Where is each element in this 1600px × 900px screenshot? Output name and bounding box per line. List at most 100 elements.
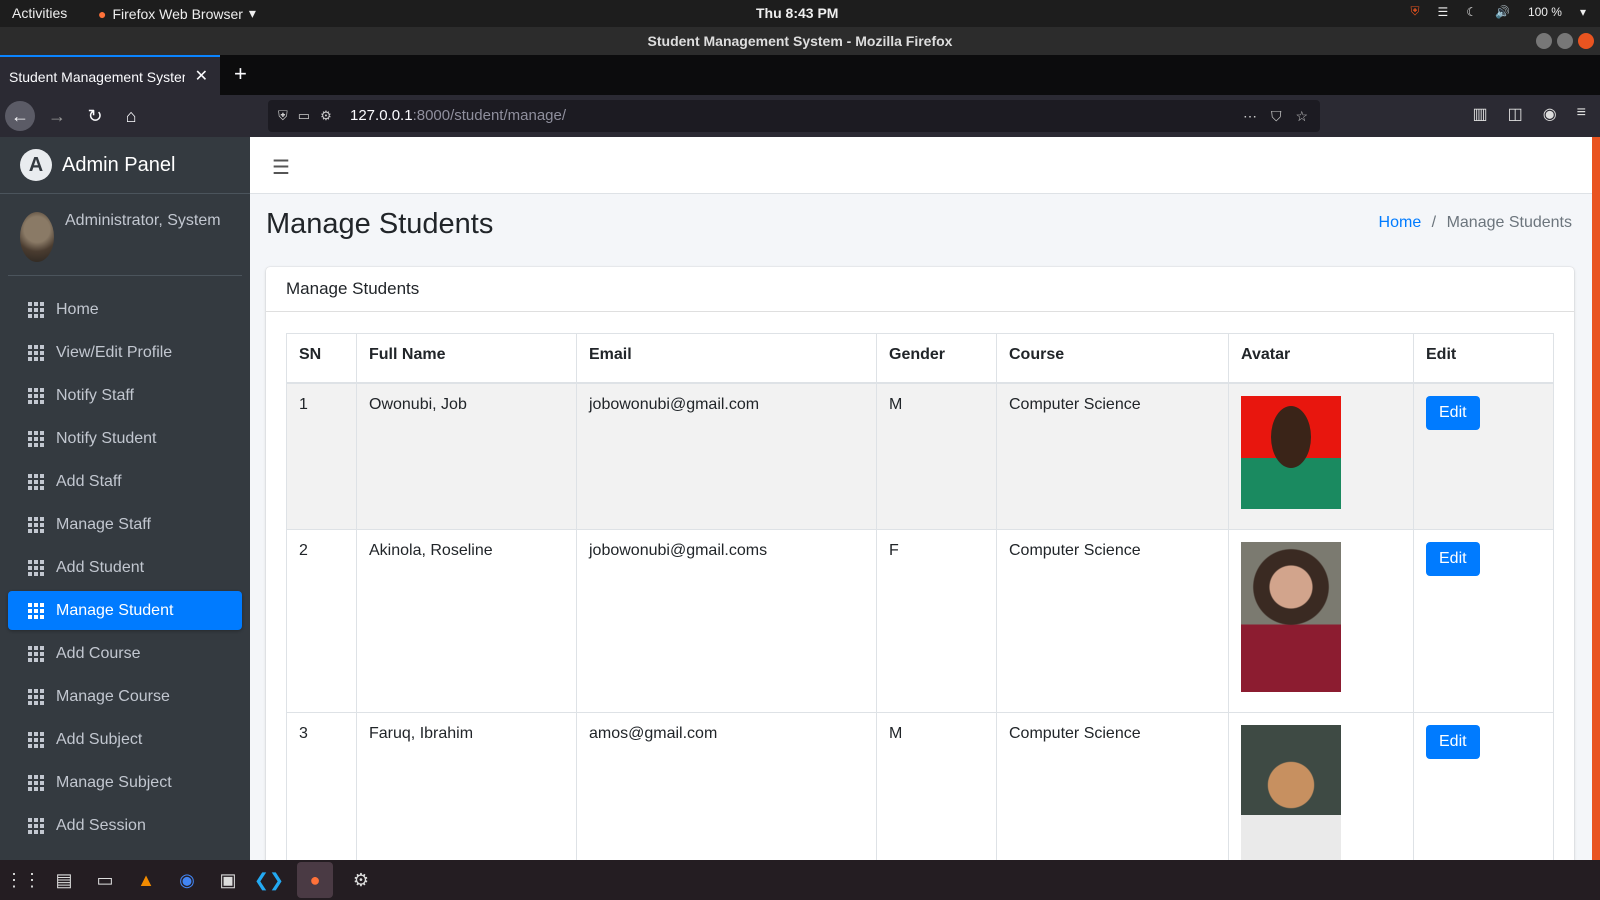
night-light-icon[interactable]: ☾ <box>1466 5 1477 19</box>
th-icon <box>28 473 44 490</box>
list-icon[interactable]: ☰ <box>1437 5 1448 19</box>
edit-button[interactable]: Edit <box>1426 725 1480 759</box>
sidebar-item-manage-staff[interactable]: Manage Staff <box>8 505 242 544</box>
sidebar-icon[interactable]: ◫ <box>1508 104 1523 124</box>
firefox-icon: ● <box>98 5 107 22</box>
back-button[interactable]: ← <box>5 101 35 131</box>
sidebar-item-add-subject[interactable]: Add Subject <box>8 720 242 759</box>
cell-email: jobowonubi@gmail.com <box>576 382 877 530</box>
url-bar[interactable]: ⛨ ▭ ⚙ 127.0.0.1:8000/student/manage/ ⋯ ⛉… <box>268 100 1320 132</box>
top-navbar: ☰ <box>250 137 1592 194</box>
edit-button[interactable]: Edit <box>1426 395 1480 430</box>
browser-tab[interactable]: Student Management System ✕ <box>0 55 220 95</box>
cell-full-name: Owonubi, Job <box>356 382 577 530</box>
th-icon <box>28 645 44 662</box>
home-button[interactable]: ⌂ <box>116 101 146 131</box>
activities-button[interactable]: Activities <box>12 5 67 21</box>
toolbar-right: ▥ ◫ ◉ ≡ <box>1472 104 1586 124</box>
sidebar-item-add-student[interactable]: Add Student <box>8 548 242 587</box>
sidebar-item-label: Add Subject <box>56 730 143 748</box>
app-menu[interactable]: ● Firefox Web Browser ▾ <box>98 5 256 22</box>
files-icon[interactable]: ▤ <box>51 867 77 893</box>
sidebar-item-home[interactable]: Home <box>8 290 242 329</box>
sidebar-item-label: Manage Student <box>56 601 174 619</box>
close-icon[interactable]: ✕ <box>195 57 208 97</box>
battery-label[interactable]: 100 % <box>1528 5 1562 19</box>
chrome-icon[interactable]: ◉ <box>174 867 200 893</box>
sidebar-item-label: Manage Staff <box>56 515 151 533</box>
close-window-button[interactable] <box>1578 33 1594 49</box>
new-tab-button[interactable]: + <box>234 61 247 87</box>
sidebar-item-add-session[interactable]: Add Session <box>8 806 242 845</box>
vlc-icon[interactable]: ▲ <box>133 867 159 893</box>
tab-strip: Student Management System ✕ + <box>0 55 1600 95</box>
sidebar-item-label: Add Staff <box>56 472 122 490</box>
column-header-email: Email <box>576 333 877 384</box>
app-name: Firefox Web Browser <box>112 5 243 22</box>
page-title: Manage Students <box>266 208 494 240</box>
maximize-button[interactable] <box>1557 33 1573 49</box>
reload-button[interactable]: ↻ <box>80 101 110 131</box>
sidebar-item-view-edit-profile[interactable]: View/Edit Profile <box>8 333 242 372</box>
sidebar-item-label: View/Edit Profile <box>56 343 173 361</box>
sidebar-item-manage-subject[interactable]: Manage Subject <box>8 763 242 802</box>
sidebar-item-add-staff[interactable]: Add Staff <box>8 462 242 501</box>
sidebar-item-label: Notify Staff <box>56 386 134 404</box>
menu-icon[interactable]: ≡ <box>1577 104 1586 124</box>
terminal-icon[interactable]: ▭ <box>92 867 118 893</box>
chevron-down-icon: ▾ <box>248 5 256 21</box>
sidebar-item-notify-student[interactable]: Notify Student <box>8 419 242 458</box>
pocket-icon[interactable]: ⛉ <box>1271 100 1282 132</box>
edit-button[interactable]: Edit <box>1426 542 1480 576</box>
library-icon[interactable]: ▥ <box>1472 104 1487 124</box>
forward-button[interactable]: → <box>42 101 72 131</box>
th-icon <box>28 688 44 705</box>
account-icon[interactable]: ◉ <box>1543 104 1557 124</box>
cell-avatar <box>1228 529 1414 713</box>
cell-gender: M <box>876 712 997 860</box>
scrollbar[interactable] <box>1592 137 1600 860</box>
user-panel: Administrator, System <box>8 194 242 276</box>
table-row: 3 Faruq, Ibrahim amos@gmail.com M Comput… <box>286 712 1554 860</box>
th-icon <box>28 817 44 834</box>
window-controls <box>1536 33 1594 49</box>
firefox-taskbar-icon[interactable]: ● <box>297 862 333 898</box>
cell-full-name: Faruq, Ibrahim <box>356 712 577 860</box>
bookmark-star-icon[interactable]: ☆ <box>1295 100 1308 132</box>
sidebar-item-add-course[interactable]: Add Course <box>8 634 242 673</box>
cell-gender: F <box>876 529 997 713</box>
cell-gender: M <box>876 382 997 530</box>
volume-icon[interactable]: 🔊 <box>1495 5 1510 19</box>
page-icon[interactable]: ▭ <box>298 100 310 132</box>
students-card: Manage Students SN Full Name Email Gende… <box>266 267 1574 860</box>
chevron-down-icon[interactable]: ▾ <box>1580 5 1586 19</box>
tracking-shield-icon[interactable]: ⛨ <box>278 100 288 132</box>
user-name[interactable]: Administrator, System <box>65 212 221 230</box>
th-icon <box>28 774 44 791</box>
window-titlebar: Student Management System - Mozilla Fire… <box>0 27 1600 55</box>
more-icon[interactable]: ⋯ <box>1243 100 1257 132</box>
content-wrapper: ☰ Manage Students Home / Manage Students… <box>250 137 1592 860</box>
sidebar-item-manage-student[interactable]: Manage Student <box>8 591 242 630</box>
tab-title: Student Management System <box>9 69 185 85</box>
vscode-icon[interactable]: ❮❯ <box>254 867 284 893</box>
hamburger-icon[interactable]: ☰ <box>272 155 290 180</box>
permissions-icon[interactable]: ⚙ <box>320 100 332 132</box>
system-tray[interactable]: ⛨ ☰ ☾ 🔊 100 % ▾ <box>1410 4 1586 19</box>
browser-navbar: ← → ↻ ⌂ ⛨ ▭ ⚙ 127.0.0.1:8000/student/man… <box>0 95 1600 137</box>
minimize-button[interactable] <box>1536 33 1552 49</box>
brand-link[interactable]: A Admin Panel <box>0 137 250 194</box>
sidebar-item-label: Manage Subject <box>56 773 172 791</box>
sidebar-item-notify-staff[interactable]: Notify Staff <box>8 376 242 415</box>
breadcrumb: Home / Manage Students <box>1379 214 1572 232</box>
cell-course: Computer Science <box>996 529 1229 713</box>
cell-email: jobowonubi@gmail.coms <box>576 529 877 713</box>
settings-icon[interactable]: ⚙ <box>348 867 374 893</box>
breadcrumb-home[interactable]: Home <box>1379 214 1422 231</box>
clock[interactable]: Thu 8:43 PM <box>756 5 838 21</box>
column-header-course: Course <box>996 333 1229 384</box>
shield-icon[interactable]: ⛨ <box>1410 4 1419 19</box>
sidebar-item-manage-course[interactable]: Manage Course <box>8 677 242 716</box>
disk-icon[interactable]: ▣ <box>215 867 241 893</box>
app-grid-icon[interactable]: ⋮⋮ <box>5 867 41 893</box>
